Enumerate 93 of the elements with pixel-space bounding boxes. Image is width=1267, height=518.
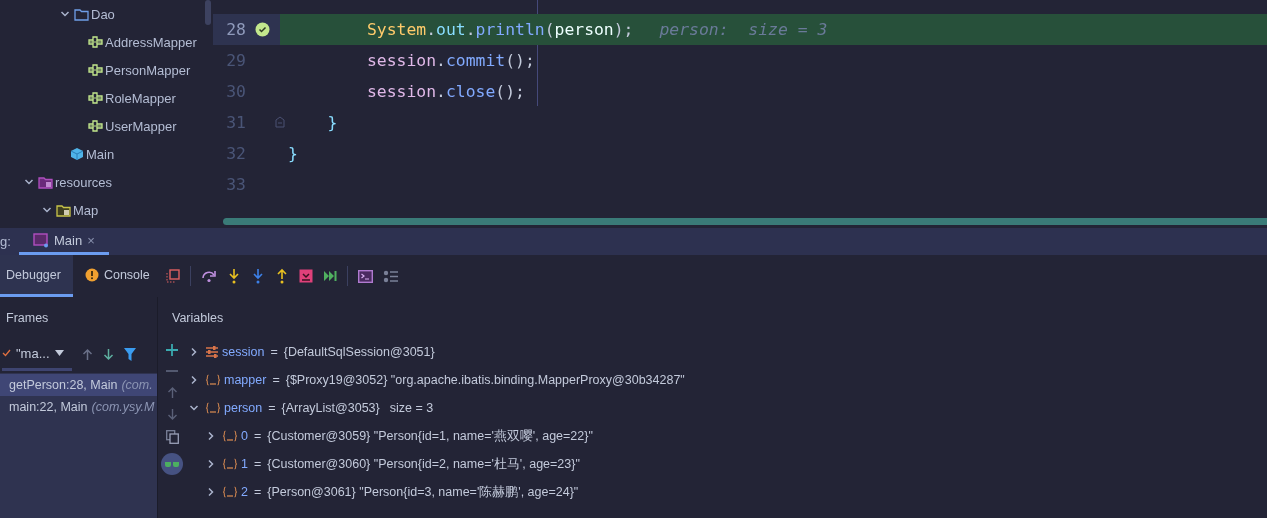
stack-frame[interactable]: main:22, Main (com.ysy.M — [0, 396, 157, 418]
interface-icon — [88, 92, 103, 104]
variable-value: {$Proxy19@3052} "org.apache.ibatis.binding.MapperProxy@30b34287" — [285, 373, 685, 387]
step-over-icon[interactable] — [200, 269, 217, 283]
arrow-up-icon[interactable] — [81, 348, 93, 361]
step-into-icon[interactable] — [226, 268, 241, 284]
line-number: 32 — [225, 144, 246, 163]
panel-header: Frames — [6, 310, 49, 325]
interface-icon — [88, 64, 103, 76]
variable-name: session — [222, 345, 265, 359]
braces-icon — [205, 402, 221, 414]
add-icon[interactable] — [166, 344, 178, 356]
sliders-icon — [205, 346, 219, 358]
inline-value-hint: person: size = 3 — [659, 20, 828, 39]
arrow-down-icon[interactable] — [166, 408, 178, 421]
code-line: session.commit(); — [367, 51, 535, 70]
cube-icon — [70, 147, 84, 161]
equals-sign: = — [253, 485, 262, 499]
line-number: 28 — [225, 20, 246, 39]
arrow-up-icon[interactable] — [166, 386, 178, 399]
equals-sign: = — [253, 429, 262, 443]
line-number: 29 — [225, 51, 246, 70]
variable-value: {Customer@3059} "Person{id=1, name='燕双嘤', age=22}" — [267, 427, 593, 445]
chevron-right-icon[interactable] — [206, 431, 216, 441]
panel-title: g: — [0, 233, 12, 251]
variable-name: 1 — [241, 457, 248, 471]
braces-icon — [205, 374, 221, 386]
tree-item[interactable]: PersonMapper — [105, 62, 191, 78]
scrollbar-thumb[interactable] — [205, 0, 211, 25]
folder-icon — [38, 175, 53, 189]
warning-icon — [84, 267, 99, 282]
variable-name: person — [224, 401, 263, 415]
variable-name: 2 — [241, 485, 248, 499]
resume-icon[interactable] — [322, 270, 337, 282]
settings-list-icon[interactable] — [382, 269, 398, 283]
glasses-icon[interactable] — [161, 453, 183, 475]
braces-icon — [222, 458, 238, 470]
fold-marker-icon[interactable] — [275, 116, 285, 128]
caret-icon — [54, 350, 64, 356]
tree-item[interactable]: UserMapper — [105, 118, 177, 134]
variable-value: {DefaultSqlSession@3051} — [283, 345, 435, 359]
run-to-cursor-icon[interactable] — [298, 269, 313, 283]
panel-header: Variables — [172, 310, 224, 325]
line-number: 33 — [225, 175, 246, 194]
window-icon — [33, 232, 49, 248]
line-number: 31 — [225, 113, 246, 132]
chevron-right-icon[interactable] — [189, 347, 199, 357]
chevron-down-icon[interactable] — [42, 205, 52, 215]
stack-frame[interactable]: getPerson:28, Main (com. — [0, 374, 157, 396]
terminal-icon[interactable] — [357, 269, 373, 283]
tree-item[interactable]: resources — [55, 174, 113, 190]
variable-value: {Person@3061} "Person{id=3, name='陈赫鹏', age=24}" — [267, 483, 579, 501]
equals-sign: = — [272, 373, 280, 387]
tree-item[interactable]: Dao — [91, 6, 115, 22]
code-line: } — [288, 144, 298, 163]
tree-item[interactable]: Map — [73, 202, 99, 218]
variable-name: mapper — [224, 373, 267, 387]
copy-icon[interactable] — [165, 430, 179, 444]
equals-sign: = — [270, 345, 278, 359]
variable-value: {ArrayList@3053} — [281, 401, 380, 415]
filter-icon[interactable] — [123, 348, 136, 361]
folder-icon — [74, 7, 89, 21]
chevron-down-icon[interactable] — [60, 9, 70, 19]
chevron-right-icon[interactable] — [206, 459, 216, 469]
console-tab[interactable]: Console — [78, 255, 160, 297]
chevron-down-icon[interactable] — [189, 403, 199, 413]
chevron-right-icon[interactable] — [206, 487, 216, 497]
equals-sign: = — [268, 401, 276, 415]
code-line: System.out.println(person); — [367, 20, 634, 39]
tree-item[interactable]: Main — [86, 146, 115, 162]
arrow-down-icon[interactable] — [102, 348, 114, 361]
scrollbar-thumb[interactable] — [223, 218, 1267, 225]
force-step-into-icon[interactable] — [250, 268, 265, 284]
breakpoint-check-icon[interactable] — [255, 22, 270, 37]
braces-icon — [222, 430, 238, 442]
variable-value: {Customer@3060} "Person{id=2, name='杜马', age=23}" — [267, 455, 580, 473]
braces-icon — [222, 486, 238, 498]
debugger-tab[interactable]: Debugger — [0, 255, 73, 297]
tree-item[interactable]: AddressMapper — [105, 34, 197, 50]
check-icon — [2, 349, 11, 357]
chevron-right-icon[interactable] — [189, 375, 199, 385]
chevron-down-icon[interactable] — [24, 177, 34, 187]
interface-icon — [88, 120, 103, 132]
interface-icon — [88, 36, 103, 48]
equals-sign: = — [253, 457, 262, 471]
code-line: session.close(); — [367, 82, 525, 101]
code-line: } — [327, 113, 338, 132]
layout-icon[interactable] — [165, 269, 180, 283]
size-label: size = 3 — [389, 401, 434, 415]
variable-name: 0 — [241, 429, 248, 443]
folder-icon — [56, 203, 71, 217]
line-number: 30 — [225, 82, 246, 101]
tree-item[interactable]: RoleMapper — [105, 90, 176, 106]
